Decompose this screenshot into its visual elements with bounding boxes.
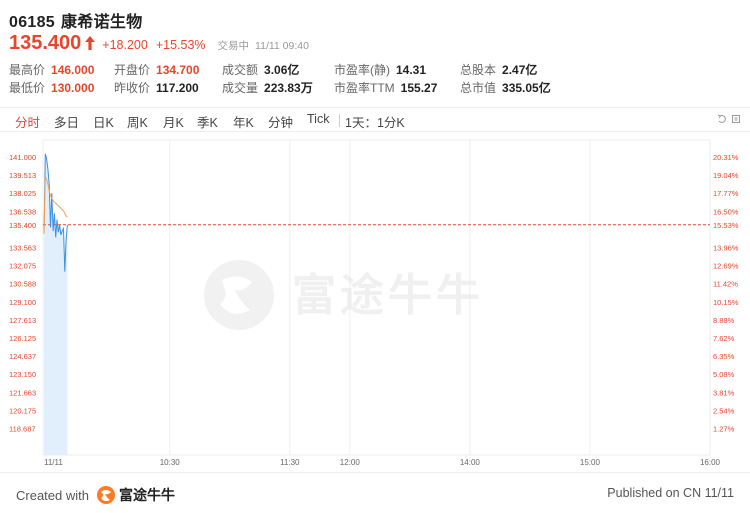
y-tick-label-right: 11.42% <box>713 280 738 289</box>
chart-svg: 富途牛牛 11/11 10:30 11:30 12:00 14:00 15:00 16:00… <box>9 139 739 467</box>
stat-open: 开盘价 134.700 <box>114 63 200 77</box>
x-tick-label: 12:00 <box>340 458 361 467</box>
y-tick-label-left: 135.400 <box>9 221 36 230</box>
y-tick-label-left: 139.513 <box>9 171 36 180</box>
stat-pe-ttm: 市盈率TTM 155.27 <box>334 81 438 95</box>
intraday-chart: 富途牛牛 11/11 10:30 11:30 12:00 14:00 15:00 16:00… <box>0 132 750 472</box>
watermark-text: 富途牛牛 <box>292 271 484 320</box>
y-tick-label-left: 123.150 <box>9 370 36 379</box>
y-tick-label-right: 7.62% <box>713 334 735 343</box>
price-area <box>44 153 68 455</box>
stat-high: 最高价 146.000 <box>9 63 95 77</box>
tab-intraday[interactable]: 分时 <box>15 112 40 131</box>
price-change-pct: +15.53% <box>155 38 206 52</box>
y-tick-label-left: 130.588 <box>9 280 36 289</box>
stock-title: 06185 康希诺生物 <box>9 8 143 32</box>
y-tick-label-right: 16.50% <box>713 207 739 216</box>
price-change: +18.200 <box>102 38 148 52</box>
watermark: 富途牛牛 <box>204 260 484 330</box>
y-tick-label-right: 6.35% <box>713 352 735 361</box>
y-tick-label-right: 19.04% <box>713 171 739 180</box>
y-tick-label-right: 8.88% <box>713 316 735 325</box>
stat-pe-static: 市盈率(静) 14.31 <box>334 63 427 77</box>
x-tick-label: 15:00 <box>580 458 601 467</box>
y-tick-label-left: 124.637 <box>9 352 36 361</box>
line-layer <box>43 153 710 272</box>
y-tick-label-right: 12.69% <box>713 262 739 271</box>
price-row: 135.400 +18.200 +15.53% 交易中 11/11 09:40 <box>9 32 309 54</box>
futu-logo-icon <box>96 486 115 504</box>
current-price: 135.400 <box>9 32 82 54</box>
stat-volume: 成交量 223.83万 <box>222 81 313 95</box>
footer: Created with 富途牛牛 Published on CN 11/11 <box>0 472 750 513</box>
y-tick-label-left: 129.100 <box>9 298 36 307</box>
y-tick-label-left: 127.613 <box>9 316 36 325</box>
stock-name: 康希诺生物 <box>61 14 143 31</box>
y-tick-label-right: 13.96% <box>713 244 739 253</box>
settings-icon[interactable] <box>731 114 741 124</box>
x-tick-label: 14:00 <box>460 458 481 467</box>
undo-icon[interactable] <box>717 114 727 124</box>
up-arrow-icon <box>85 36 96 50</box>
x-tick-label: 10:30 <box>160 458 181 467</box>
y-tick-label-right: 5.08% <box>713 370 735 379</box>
y-tick-label-left: 136.538 <box>9 207 36 216</box>
quote-header: 06185 康希诺生物 135.400 +18.200 +15.53% 交易中 1… <box>0 0 750 107</box>
created-with: Created with 富途牛牛 <box>16 486 175 504</box>
stat-market-cap: 总市值 335.05亿 <box>460 81 551 95</box>
tab-weekly-k[interactable]: 周K <box>127 112 148 131</box>
tab-daily-k[interactable]: 日K <box>93 112 114 131</box>
x-tick-label: 11/11 <box>44 458 63 467</box>
brand-name: 富途牛牛 <box>118 487 175 503</box>
y-tick-label-left: 141.000 <box>9 153 36 162</box>
tab-monthly-k[interactable]: 月K <box>163 112 184 131</box>
stat-low: 最低价 130.000 <box>9 81 95 95</box>
y-tick-label-left: 121.663 <box>9 388 36 397</box>
tab-yearly-k[interactable]: 年K <box>233 112 254 131</box>
y-tick-label-left: 138.025 <box>9 189 36 198</box>
y-tick-label-left: 120.175 <box>9 406 36 415</box>
y-tick-label-right: 17.77% <box>713 189 739 198</box>
y-tick-label-right: 10.15% <box>713 298 739 307</box>
stat-prev-close: 昨收价 117.200 <box>114 81 199 95</box>
tab-quarterly-k[interactable]: 季K <box>197 112 218 131</box>
tab-divider <box>339 114 340 127</box>
trading-status: 交易中 <box>217 40 250 52</box>
period-selector[interactable]: 1天：1分K <box>345 112 405 131</box>
y-tick-label-right: 2.54% <box>713 406 735 415</box>
tab-tick[interactable]: Tick <box>307 112 329 126</box>
stat-turnover: 成交额 3.06亿 <box>222 63 300 77</box>
tab-minute[interactable]: 分钟 <box>268 112 293 131</box>
period-tabs: 分时 多日 日K 周K 月K 季K 年K 分钟 Tick 1天：1分K <box>0 107 750 132</box>
y-tick-label-right: 15.53% <box>713 221 739 230</box>
quote-time: 11/11 09:40 <box>255 40 309 52</box>
y-tick-label-left: 132.075 <box>9 262 36 271</box>
y-tick-label-left: 118.687 <box>9 425 36 434</box>
stat-total-shares: 总股本 2.47亿 <box>460 63 538 77</box>
y-tick-label-left: 126.125 <box>9 334 36 343</box>
published-date: Published on CN 11/11 <box>607 486 734 500</box>
stock-code: 06185 <box>9 14 55 31</box>
tab-multi-day[interactable]: 多日 <box>54 112 79 131</box>
y-tick-label-right: 1.27% <box>713 425 735 434</box>
x-tick-label: 16:00 <box>700 458 721 467</box>
x-tick-label: 11:30 <box>280 458 300 467</box>
watermark-logo-icon <box>204 260 274 330</box>
y-tick-label-right: 3.81% <box>713 388 735 397</box>
area-layer <box>44 153 68 455</box>
chart-tools <box>717 114 741 124</box>
y-tick-label-right: 20.31% <box>713 153 739 162</box>
y-tick-label-left: 133.563 <box>9 244 36 253</box>
